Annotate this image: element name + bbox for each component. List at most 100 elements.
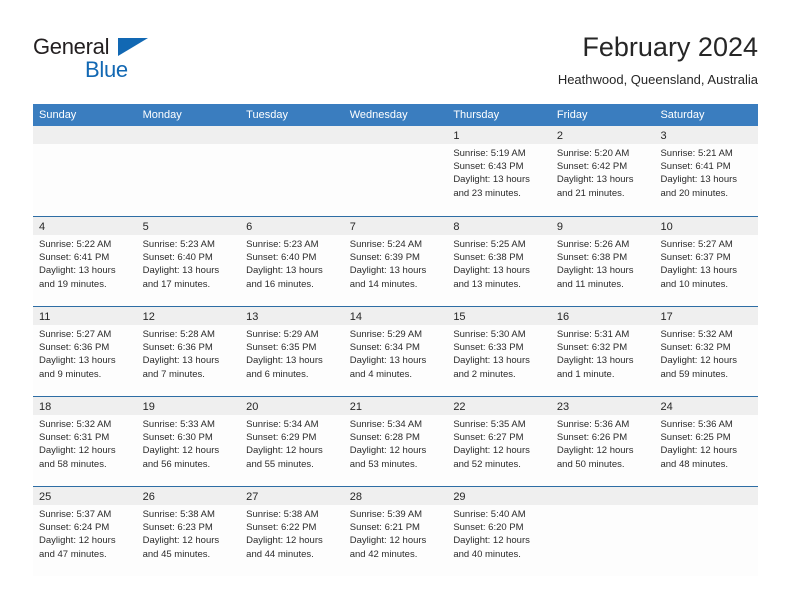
day-details: Sunrise: 5:32 AM Sunset: 6:32 PM Daylight:… <box>654 325 758 381</box>
triangle-icon <box>118 38 148 56</box>
calendar-week-row: 4 Sunrise: 5:22 AM Sunset: 6:41 PM Daylight… <box>33 216 759 306</box>
calendar-day-cell[interactable]: 28 Sunrise: 5:39 AM Sunset: 6:21 PM Dayligh… <box>343 487 448 576</box>
day-details: Sunrise: 5:29 AM Sunset: 6:34 PM Daylight:… <box>344 325 448 381</box>
day-details: Sunrise: 5:21 AM Sunset: 6:41 PM Daylight:… <box>654 144 758 200</box>
day-detail-line: Sunrise: 5:33 AM <box>142 419 215 430</box>
day-detail-line: Daylight: 13 hours <box>660 265 738 277</box>
calendar-day-cell[interactable]: 29 Sunrise: 5:40 AM Sunset: 6:20 PM Dayligh… <box>447 487 551 576</box>
day-detail-line: Daylight: 12 hours <box>660 445 738 457</box>
day-number-bar: 15 <box>447 307 551 325</box>
day-detail-line: and 14 minutes. <box>349 278 418 290</box>
day-number-bar: 10 <box>654 217 759 235</box>
day-detail-line: Sunrise: 5:28 AM <box>142 329 215 340</box>
day-detail-line: Sunset: 6:38 PM <box>453 252 524 264</box>
calendar-day-cell[interactable]: 27 Sunrise: 5:38 AM Sunset: 6:22 PM Dayligh… <box>240 487 344 576</box>
day-detail-line: and 56 minutes. <box>142 458 211 470</box>
day-number: 8 <box>453 221 460 233</box>
day-detail-line: and 20 minutes. <box>660 187 729 199</box>
page-header: General Blue February 2024 Heathwood, Qu… <box>33 30 758 100</box>
day-number: 14 <box>349 311 362 323</box>
day-number-bar: 26 <box>136 487 241 505</box>
calendar-day-cell[interactable]: 11 Sunrise: 5:27 AM Sunset: 6:36 PM Dayligh… <box>33 307 137 396</box>
logo-text-blue: Blue <box>85 57 128 82</box>
calendar-day-cell[interactable]: 8 Sunrise: 5:25 AM Sunset: 6:38 PM Daylight… <box>447 217 551 306</box>
day-detail-line: Sunset: 6:27 PM <box>453 432 524 444</box>
day-detail-line: Sunset: 6:21 PM <box>349 522 420 534</box>
day-number-bar <box>343 126 448 144</box>
day-number-bar: 23 <box>550 397 655 415</box>
day-number-bar: 20 <box>240 397 344 415</box>
calendar-day-cell[interactable]: 5 Sunrise: 5:23 AM Sunset: 6:40 PM Daylight… <box>136 217 241 306</box>
day-detail-line: and 6 minutes. <box>246 368 309 380</box>
calendar-day-cell[interactable]: 14 Sunrise: 5:29 AM Sunset: 6:34 PM Dayligh… <box>343 307 448 396</box>
weekday-header-wednesday: Wednesday <box>349 109 408 121</box>
calendar-day-cell[interactable]: 15 Sunrise: 5:30 AM Sunset: 6:33 PM Dayligh… <box>447 307 551 396</box>
calendar-day-cell[interactable]: 20 Sunrise: 5:34 AM Sunset: 6:29 PM Dayligh… <box>240 397 344 486</box>
calendar-day-cell[interactable]: 21 Sunrise: 5:34 AM Sunset: 6:28 PM Dayligh… <box>343 397 448 486</box>
day-detail-line: and 13 minutes. <box>453 278 521 290</box>
calendar-day-cell[interactable]: 26 Sunrise: 5:38 AM Sunset: 6:23 PM Dayligh… <box>136 487 241 576</box>
day-details: Sunrise: 5:38 AM Sunset: 6:23 PM Daylight:… <box>137 505 241 561</box>
day-number: 24 <box>660 401 673 413</box>
calendar-day-cell[interactable]: 16 Sunrise: 5:31 AM Sunset: 6:32 PM Dayligh… <box>550 307 655 396</box>
calendar-day-cell[interactable]: 17 Sunrise: 5:32 AM Sunset: 6:32 PM Dayligh… <box>654 307 759 396</box>
calendar-day-cell[interactable]: 1 Sunrise: 5:19 AM Sunset: 6:43 PM Daylight… <box>447 126 551 216</box>
day-detail-line: and 9 minutes. <box>39 368 102 380</box>
day-details: Sunrise: 5:22 AM Sunset: 6:41 PM Daylight:… <box>33 235 137 291</box>
day-detail-line: Sunset: 6:39 PM <box>349 252 420 264</box>
calendar-day-cell[interactable]: 13 Sunrise: 5:29 AM Sunset: 6:35 PM Dayligh… <box>240 307 344 396</box>
calendar-day-cell[interactable]: 23 Sunrise: 5:36 AM Sunset: 6:26 PM Dayligh… <box>550 397 655 486</box>
calendar-day-cell[interactable]: 2 Sunrise: 5:20 AM Sunset: 6:42 PM Daylight… <box>550 126 655 216</box>
day-detail-line: and 44 minutes. <box>246 548 314 560</box>
day-detail-line: Daylight: 13 hours <box>39 265 116 277</box>
day-detail-line: Sunset: 6:37 PM <box>660 252 731 264</box>
calendar-day-cell[interactable]: 3 Sunrise: 5:21 AM Sunset: 6:41 PM Daylight… <box>654 126 759 216</box>
calendar-day-cell[interactable]: 10 Sunrise: 5:27 AM Sunset: 6:37 PM Dayligh… <box>654 217 759 306</box>
day-detail-line: and 52 minutes. <box>453 458 521 470</box>
day-number-bar: 3 <box>654 126 759 144</box>
day-number: 11 <box>39 311 51 323</box>
calendar-weeks: 1 Sunrise: 5:19 AM Sunset: 6:43 PM Daylight… <box>33 126 759 576</box>
calendar-day-cell[interactable]: 25 Sunrise: 5:37 AM Sunset: 6:24 PM Dayligh… <box>33 487 137 576</box>
day-details: Sunrise: 5:34 AM Sunset: 6:28 PM Daylight:… <box>344 415 448 471</box>
calendar-day-cell[interactable]: 18 Sunrise: 5:32 AM Sunset: 6:31 PM Dayligh… <box>33 397 137 486</box>
weekday-header-friday: Friday <box>556 109 588 121</box>
day-number-bar: 16 <box>550 307 655 325</box>
calendar-day-cell[interactable]: 24 Sunrise: 5:36 AM Sunset: 6:25 PM Dayligh… <box>654 397 759 486</box>
day-details: Sunrise: 5:31 AM Sunset: 6:32 PM Daylight:… <box>551 325 655 381</box>
day-detail-line: Daylight: 13 hours <box>453 265 530 277</box>
calendar-week-row: 11 Sunrise: 5:27 AM Sunset: 6:36 PM Dayligh… <box>33 306 759 396</box>
day-detail-line: Sunrise: 5:36 AM <box>556 419 630 430</box>
day-detail-line: Daylight: 12 hours <box>660 355 738 367</box>
calendar-day-cell[interactable]: 12 Sunrise: 5:28 AM Sunset: 6:36 PM Dayligh… <box>136 307 241 396</box>
calendar-day-cell-empty <box>343 126 448 216</box>
day-number: 12 <box>142 311 155 323</box>
calendar-day-cell[interactable]: 4 Sunrise: 5:22 AM Sunset: 6:41 PM Daylight… <box>33 217 137 306</box>
day-detail-line: Sunset: 6:40 PM <box>142 252 213 264</box>
day-details: Sunrise: 5:20 AM Sunset: 6:42 PM Daylight:… <box>551 144 655 200</box>
day-number-bar: 4 <box>33 217 137 235</box>
day-detail-line: Sunrise: 5:21 AM <box>660 148 733 159</box>
day-detail-line: and 7 minutes. <box>142 368 205 380</box>
calendar-day-cell[interactable]: 9 Sunrise: 5:26 AM Sunset: 6:38 PM Daylight… <box>550 217 655 306</box>
day-detail-line: Daylight: 12 hours <box>39 535 116 547</box>
calendar-day-cell[interactable]: 7 Sunrise: 5:24 AM Sunset: 6:39 PM Daylight… <box>343 217 448 306</box>
day-number: 9 <box>556 221 564 233</box>
general-blue-logo[interactable]: General Blue <box>33 34 163 90</box>
day-number: 25 <box>39 491 52 503</box>
calendar-day-cell-empty <box>654 487 759 576</box>
day-number-bar: 18 <box>33 397 137 415</box>
calendar-day-cell[interactable]: 19 Sunrise: 5:33 AM Sunset: 6:30 PM Dayligh… <box>136 397 241 486</box>
day-number: 21 <box>349 401 362 413</box>
day-detail-line: Sunset: 6:36 PM <box>142 342 213 354</box>
calendar-day-cell-empty <box>136 126 241 216</box>
day-detail-line: Daylight: 13 hours <box>142 355 220 367</box>
day-detail-line: Sunrise: 5:22 AM <box>39 239 112 250</box>
day-detail-line: Daylight: 12 hours <box>349 445 427 457</box>
day-number-bar <box>550 487 655 505</box>
title-block: February 2024 Heathwood, Queensland, Aus… <box>558 30 758 90</box>
day-detail-line: Daylight: 13 hours <box>39 355 116 367</box>
calendar-day-cell[interactable]: 22 Sunrise: 5:35 AM Sunset: 6:27 PM Dayligh… <box>447 397 551 486</box>
day-detail-line: Sunset: 6:38 PM <box>556 252 628 264</box>
calendar-day-cell[interactable]: 6 Sunrise: 5:23 AM Sunset: 6:40 PM Daylight… <box>240 217 344 306</box>
